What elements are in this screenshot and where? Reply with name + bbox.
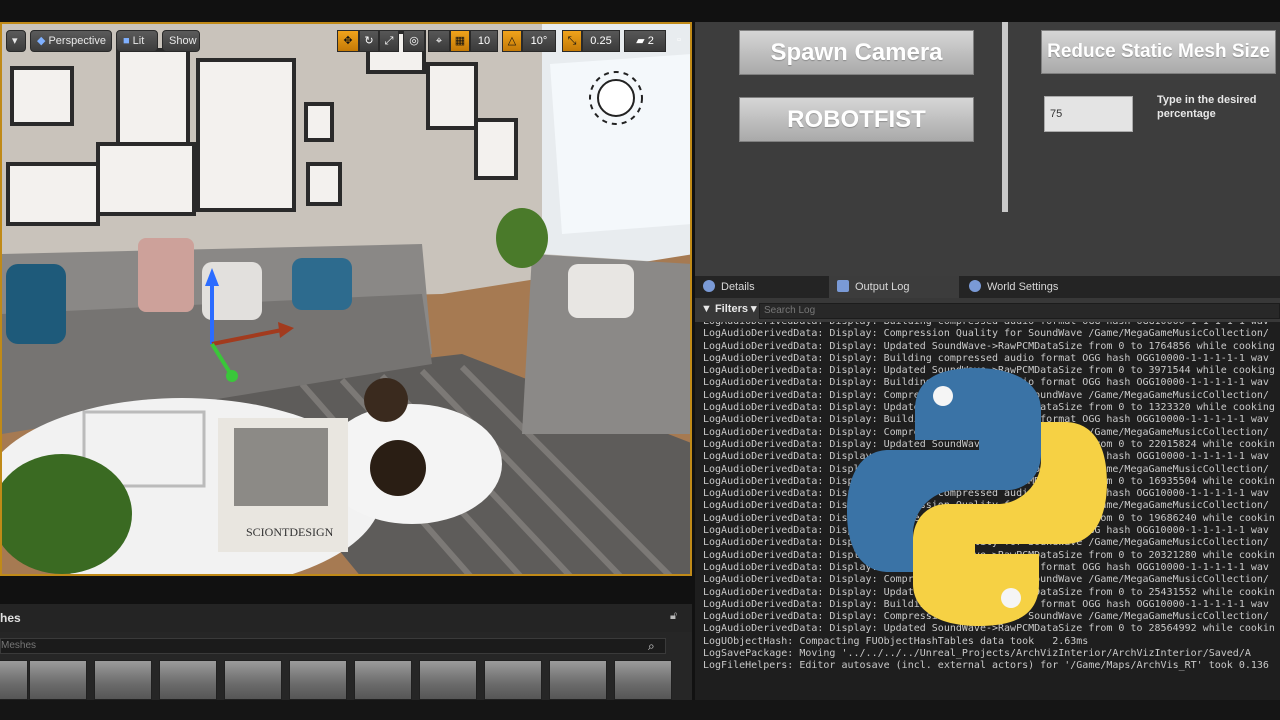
log-line: LogFileHelpers: Editor autosave (incl. e… — [703, 660, 1269, 672]
view-mode-button[interactable]: ■ Lit — [116, 30, 158, 52]
info-icon — [703, 280, 715, 292]
scale-icon: ⤢ — [384, 35, 394, 47]
magnifier-icon[interactable]: ⌕ — [648, 639, 655, 654]
asset-thumbnail[interactable] — [549, 660, 607, 700]
log-filter-bar: ▼ Filters ▾ Search Log — [695, 298, 1280, 322]
perspective-button[interactable]: ◆ Perspective — [30, 30, 112, 52]
camera-icon: ▰ — [636, 35, 648, 47]
viewport-options-button[interactable]: ▾ — [6, 30, 26, 52]
asset-thumbnail[interactable] — [224, 660, 282, 700]
asset-thumbnail[interactable] — [94, 660, 152, 700]
maximize-viewport-button[interactable]: ▫ — [670, 30, 688, 52]
tab-details[interactable]: Details — [695, 276, 829, 298]
viewport-scene: SCIONTDESIGN — [2, 24, 690, 574]
perspective-icon: ◆ — [37, 35, 46, 47]
translate-tool-button[interactable]: ✥ — [337, 30, 359, 52]
log-icon — [837, 280, 849, 292]
scale-snap-toggle[interactable]: ⤡ — [562, 30, 582, 52]
camera-speed-button[interactable]: ▰ 2 — [624, 30, 666, 52]
filters-dropdown[interactable]: ▼ Filters ▾ — [701, 302, 757, 315]
log-line: LogUObjectHash: Compacting FUObjectHashT… — [703, 635, 1089, 647]
angle-icon: △ — [507, 35, 517, 47]
show-button[interactable]: Show — [162, 30, 200, 52]
rotate-tool-button[interactable]: ↻ — [359, 30, 379, 52]
scale-snap-icon: ⤡ — [567, 35, 577, 47]
reduce-static-mesh-size-button[interactable]: Reduce Static Mesh Size — [1041, 30, 1276, 74]
move-icon: ✥ — [343, 35, 353, 47]
asset-grid — [0, 658, 692, 700]
log-search-input[interactable]: Search Log — [759, 303, 1280, 319]
panel-divider — [1002, 22, 1008, 212]
grid-icon: ▦ — [454, 35, 466, 47]
log-line: LogAudioDerivedData: Display: Compressio… — [703, 328, 1269, 340]
globe-icon: ◎ — [409, 35, 419, 47]
rotation-snap-value[interactable]: 10° — [522, 30, 556, 52]
python-logo-icon — [847, 368, 1107, 626]
scale-snap-value[interactable]: 0.25 — [582, 30, 620, 52]
filter-icon: ▼ — [701, 303, 712, 315]
tab-output-log[interactable]: Output Log — [829, 276, 959, 298]
grid-snap-toggle[interactable]: ▦ — [450, 30, 470, 52]
rotation-snap-toggle[interactable]: △ — [502, 30, 522, 52]
rotate-icon: ↻ — [364, 35, 374, 47]
asset-thumbnail[interactable] — [159, 660, 217, 700]
tab-world-settings[interactable]: World Settings — [961, 276, 1093, 298]
asset-thumbnail[interactable] — [29, 660, 87, 700]
asset-thumbnail[interactable] — [419, 660, 477, 700]
book-title: SCIONTDESIGN — [246, 525, 334, 539]
caret-down-icon: ▾ — [12, 35, 18, 47]
caret-down-icon: ▾ — [751, 303, 757, 315]
cube-icon: ■ — [123, 35, 130, 47]
world-space-button[interactable]: ◎ — [403, 30, 425, 52]
snap-icon: ⌖ — [435, 35, 443, 47]
content-browser-title: hes — [0, 611, 21, 625]
maximize-icon: ▫ — [677, 34, 681, 46]
log-line: LogSavePackage: Moving '../../../../Unre… — [703, 648, 1251, 660]
level-viewport[interactable]: SCIONTDESIGN ▾ ◆ Perspective ■ Lit Show ✥ … — [0, 22, 692, 576]
status-strip — [0, 700, 1280, 720]
asset-thumbnail[interactable] — [0, 660, 28, 700]
asset-thumbnail[interactable] — [289, 660, 347, 700]
log-line: LogAudioDerivedData: Display: Updated So… — [703, 340, 1275, 352]
asset-thumbnail[interactable] — [484, 660, 542, 700]
viewport-toolbar: ▾ ◆ Perspective ■ Lit Show ✥ ↻ ⤢ ◎ ⌖ ▦ 10 … — [2, 28, 690, 52]
content-search-input[interactable]: Meshes — [0, 638, 666, 654]
lock-icon[interactable]: 🔓︎ — [670, 610, 677, 623]
grid-snap-value[interactable]: 10 — [470, 30, 498, 52]
spawn-camera-button[interactable]: Spawn Camera — [739, 30, 974, 75]
content-browser-search-row: Meshes ⌕ — [0, 632, 692, 658]
surface-snap-button[interactable]: ⌖ — [428, 30, 450, 52]
robotfist-button[interactable]: ROBOTFIST — [739, 97, 974, 142]
asset-thumbnail[interactable] — [354, 660, 412, 700]
globe-icon — [969, 280, 981, 292]
percentage-hint: Type in the desired percentage — [1157, 94, 1257, 120]
scale-tool-button[interactable]: ⤢ — [379, 30, 399, 52]
percentage-input[interactable] — [1044, 96, 1133, 132]
panel-tab-bar: Details Output Log World Settings — [695, 276, 1280, 298]
asset-thumbnail[interactable] — [614, 660, 672, 700]
content-browser-header: hes 🔓︎ — [0, 604, 692, 632]
